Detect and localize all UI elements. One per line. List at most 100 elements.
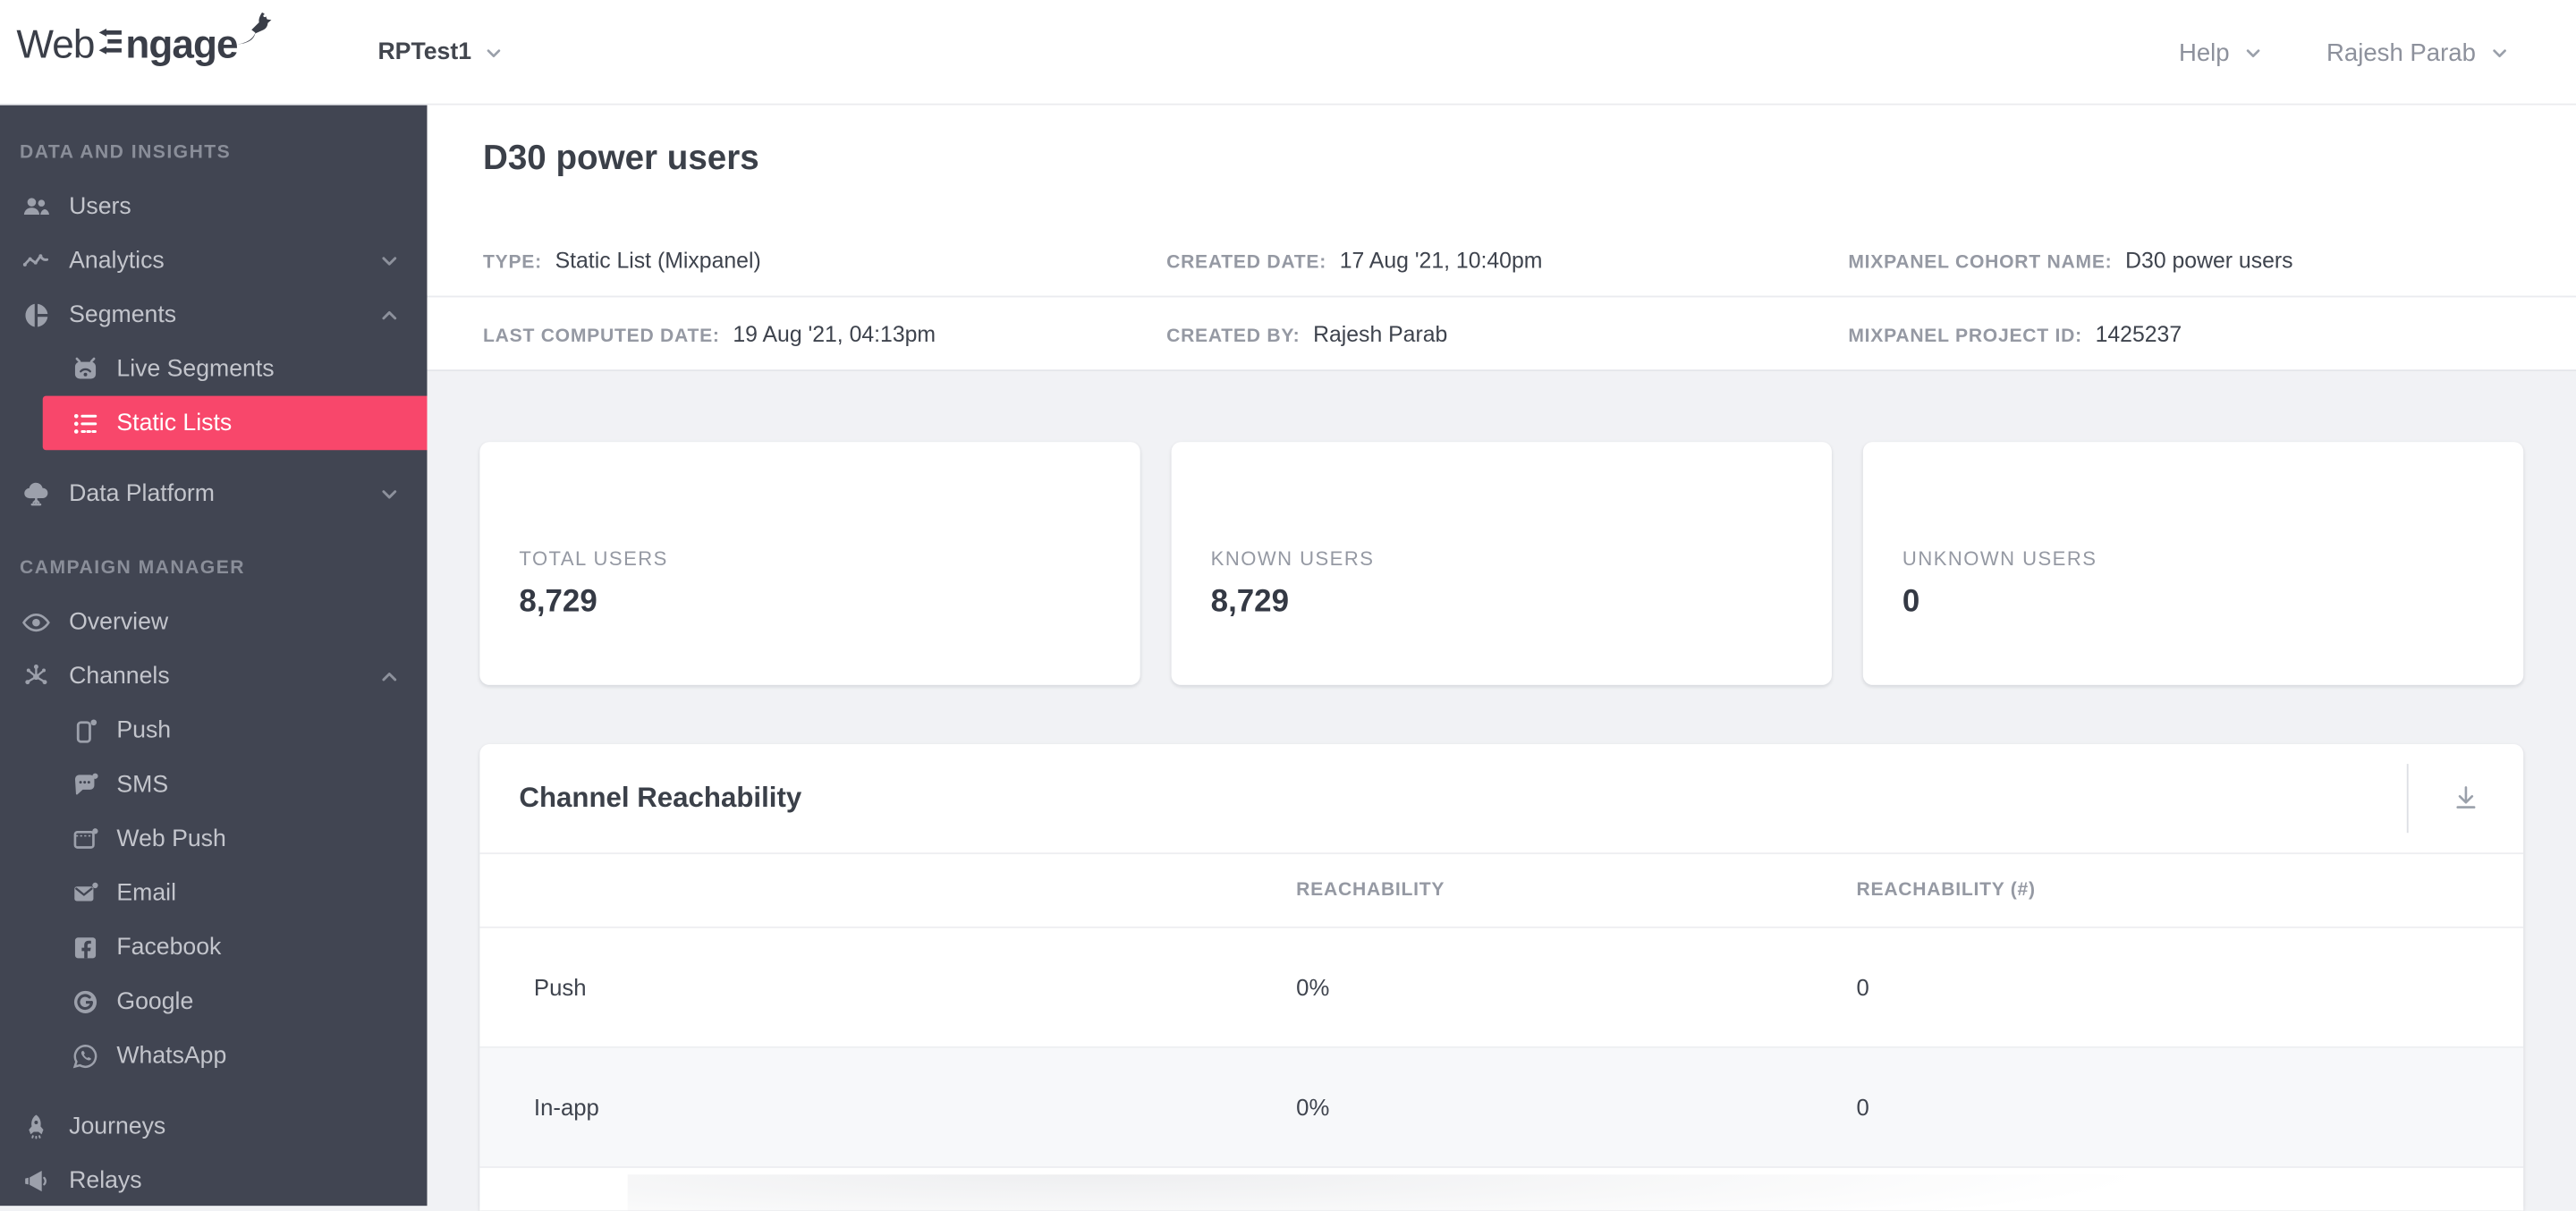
meta-field-last-computed-date-: LAST COMPUTED DATE: 19 Aug '21, 04:13pm xyxy=(483,321,1166,346)
live-segments-icon xyxy=(69,352,102,385)
sidebar-item-segments[interactable]: Segments xyxy=(0,287,428,342)
email-icon xyxy=(69,876,102,910)
table-row-push: Push 0% 0 xyxy=(479,928,2524,1048)
stat-label: KNOWN USERS xyxy=(1210,546,1375,571)
panel-header: Channel Reachability xyxy=(479,744,2523,852)
sidebar-item-analytics[interactable]: Analytics xyxy=(0,233,428,288)
chevron-down-icon xyxy=(2489,42,2511,64)
sidebar-item-label: Relays xyxy=(69,1166,142,1194)
sidebar-item-relays[interactable]: Relays xyxy=(0,1153,428,1206)
table-body: Push 0% 0 In-app 0% 0 xyxy=(479,928,2524,1168)
static-lists-icon xyxy=(69,407,102,440)
facebook-icon xyxy=(69,931,102,964)
web-push-icon xyxy=(69,822,102,855)
sidebar-item-label: Segments xyxy=(69,301,177,328)
panel-actions xyxy=(2406,744,2524,852)
cell-reachability: 0% xyxy=(1296,1094,1330,1121)
panel-title: Channel Reachability xyxy=(519,782,802,814)
user-menu[interactable]: Rajesh Parab xyxy=(2326,38,2511,66)
sidebar-item-google[interactable]: Google xyxy=(0,974,428,1029)
main-content: D30 power users TYPE: Static List (Mixpan… xyxy=(427,105,2576,1211)
sidebar-item-static-lists[interactable]: Static Lists xyxy=(42,395,428,451)
table-row-in-app: In-app 0% 0 xyxy=(479,1047,2524,1168)
sms-icon xyxy=(69,768,102,801)
page-header: D30 power users TYPE: Static List (Mixpan… xyxy=(427,105,2576,372)
top-bar-right: Help Rajesh Parab xyxy=(2179,0,2511,106)
download-icon xyxy=(2456,786,2476,809)
meta-value: 17 Aug '21, 10:40pm xyxy=(1339,247,1543,272)
journeys-icon xyxy=(20,1110,53,1143)
sidebar-item-label: SMS xyxy=(116,771,169,798)
chevron-up-icon xyxy=(377,665,401,688)
workspace-switcher[interactable]: RPTest1 xyxy=(377,0,504,106)
sidebar-item-label: Overview xyxy=(69,608,169,635)
meta-value: Rajesh Parab xyxy=(1313,321,1448,346)
page-title: D30 power users xyxy=(482,140,759,178)
sidebar-item-label: Analytics xyxy=(69,247,165,274)
analytics-icon xyxy=(20,244,53,277)
sidebar-item-overview[interactable]: Overview xyxy=(0,595,428,649)
sidebar-item-whatsapp[interactable]: WhatsApp xyxy=(0,1029,428,1083)
relays-icon xyxy=(20,1164,53,1197)
chevron-down-icon xyxy=(2242,42,2264,64)
sidebar-item-label: Facebook xyxy=(116,934,222,961)
table-partial-row xyxy=(479,1167,2524,1211)
sidebar-item-label: Email xyxy=(116,879,177,906)
meta-label: MIXPANEL PROJECT ID: xyxy=(1848,326,2082,346)
cell-reachability: 0% xyxy=(1296,974,1330,1001)
help-menu[interactable]: Help xyxy=(2179,38,2264,66)
data-platform-icon xyxy=(20,478,53,511)
sidebar-item-label: Web Push xyxy=(116,825,226,852)
download-button[interactable] xyxy=(2409,744,2524,852)
chevron-up-icon xyxy=(377,303,401,326)
sidebar-item-sms[interactable]: SMS xyxy=(0,758,428,812)
webengage-logo[interactable]: Web ngage xyxy=(16,12,271,71)
cell-reachability-count: 0 xyxy=(1856,974,1869,1001)
google-icon xyxy=(69,985,102,1018)
whatsapp-icon xyxy=(69,1039,102,1072)
segment-metadata: TYPE: Static List (Mixpanel) CREATED DATE:… xyxy=(427,224,2576,369)
meta-row: TYPE: Static List (Mixpanel) CREATED DATE:… xyxy=(427,224,2576,298)
logo-text-engage: ngage xyxy=(125,22,238,68)
sidebar-item-label: Static Lists xyxy=(116,410,233,436)
users-icon xyxy=(20,190,53,223)
meta-label: CREATED BY: xyxy=(1166,326,1301,346)
sidebar-item-label: Channels xyxy=(69,663,170,690)
sidebar-item-email[interactable]: Email xyxy=(0,866,428,920)
channel-reachability-panel: Channel Reachability REACHABILITY REACHA… xyxy=(479,744,2524,1211)
sidebar-item-facebook[interactable]: Facebook xyxy=(0,920,428,975)
cell-channel: In-app xyxy=(533,1094,599,1121)
top-bar: Web ngage RPTest1 Help Rajesh Parab xyxy=(0,0,2576,106)
help-label: Help xyxy=(2178,38,2230,67)
sidebar-item-channels[interactable]: Channels xyxy=(0,649,428,704)
sidebar-item-label: Users xyxy=(69,192,131,220)
sidebar-subgroup: Push SMS Web Push Email Facebook Google WhatsA… xyxy=(0,703,428,1082)
chevron-down-icon xyxy=(483,42,504,64)
meta-field-type-: TYPE: Static List (Mixpanel) xyxy=(483,247,1166,272)
meta-field-created-by-: CREATED BY: Rajesh Parab xyxy=(1166,321,1848,346)
chevron-down-icon xyxy=(377,249,401,272)
meta-value: Static List (Mixpanel) xyxy=(555,247,761,272)
sidebar-section: CAMPAIGN MANAGER Overview Channels Push SMS W… xyxy=(0,540,428,1206)
sidebar-item-web-push[interactable]: Web Push xyxy=(0,811,428,866)
meta-value: 1425237 xyxy=(2095,321,2182,346)
column-reachability-count: REACHABILITY (#) xyxy=(1856,880,2036,901)
sidebar-item-users[interactable]: Users xyxy=(0,179,428,233)
stat-card-total-users: TOTAL USERS 8,729 xyxy=(479,442,1140,685)
logo-arrows-icon xyxy=(97,28,123,64)
sidebar-item-journeys[interactable]: Journeys xyxy=(0,1099,428,1154)
stat-value: 0 xyxy=(1902,584,1920,620)
sidebar-item-data-platform[interactable]: Data Platform xyxy=(0,467,428,521)
column-reachability: REACHABILITY xyxy=(1296,880,1445,901)
sidebar-item-label: Data Platform xyxy=(69,480,215,507)
stat-value: 8,729 xyxy=(519,584,597,620)
sidebar-item-push[interactable]: Push xyxy=(0,703,428,758)
meta-label: MIXPANEL COHORT NAME: xyxy=(1848,251,2113,272)
stat-card-known-users: KNOWN USERS 8,729 xyxy=(1171,442,1832,685)
sidebar-subgroup: Live Segments Static Lists xyxy=(0,342,428,451)
cell-reachability-count: 0 xyxy=(1856,1094,1869,1121)
stat-value: 8,729 xyxy=(1210,584,1290,620)
sidebar-item-live-segments[interactable]: Live Segments xyxy=(0,342,428,396)
sidebar-section: DATA AND INSIGHTS Users Analytics Segments L… xyxy=(0,125,428,521)
meta-field-mixpanel-cohort-name-: MIXPANEL COHORT NAME: D30 power users xyxy=(1848,247,2576,272)
